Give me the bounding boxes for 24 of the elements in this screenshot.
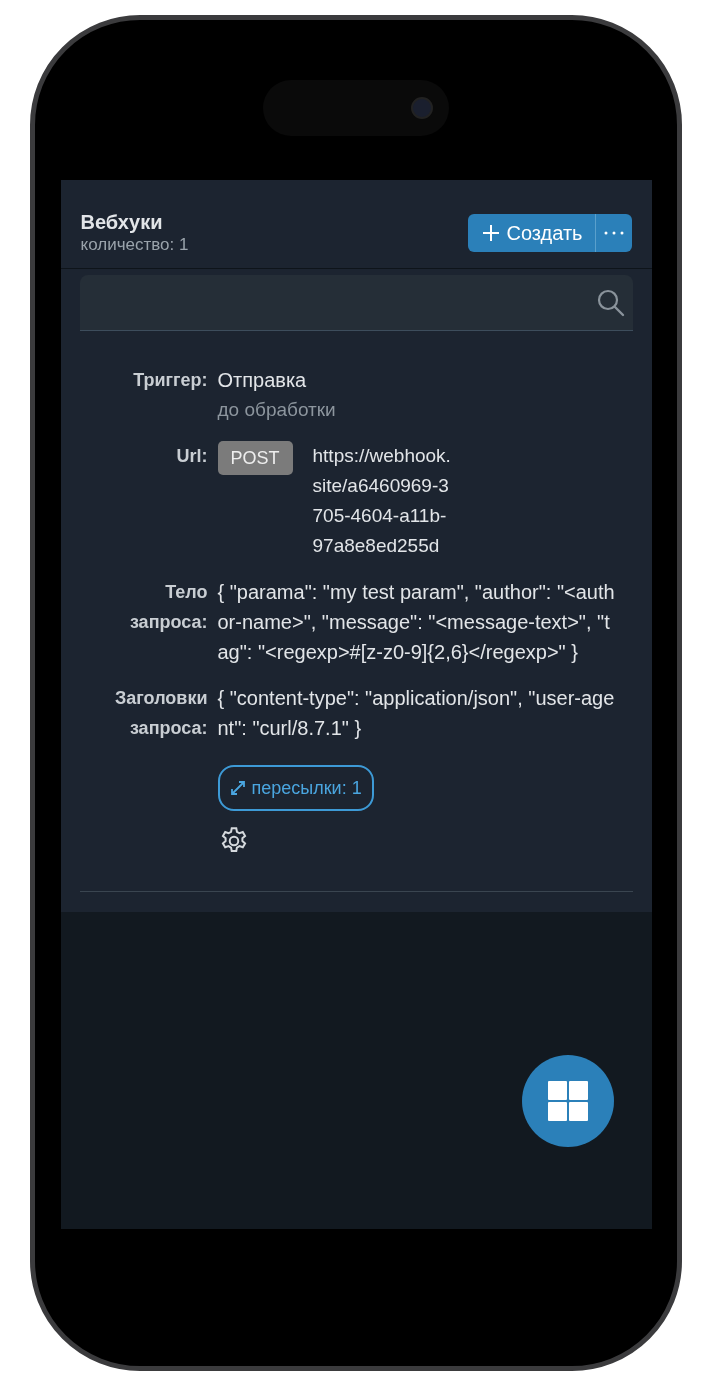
field-value: { "parama": "my test param", "author": "<author-name>", "message": "<message-text>", "tag": "<regexp>#[z-z0-9]{2,6}</regexp>" } [217, 580, 616, 665]
camera-icon [411, 97, 433, 119]
forwards-button[interactable]: пересылки: 1 [217, 765, 374, 811]
field-label: Url: [175, 445, 208, 468]
field-value: { "content-type": "application/json", "user-agent": "curl/8.7.1" } [217, 686, 616, 741]
more-icon [603, 231, 624, 235]
create-button[interactable]: Создать [468, 214, 595, 252]
grid-icon [547, 1081, 588, 1121]
url-line: 97a8e8ed255d [312, 534, 441, 558]
expand-icon [229, 780, 246, 796]
field-note: до обработки [217, 398, 337, 422]
url-line: https://webhook. [312, 444, 451, 468]
url-line: 705-4604-a11b- [312, 504, 448, 528]
page-title: Вебхуки [80, 210, 164, 234]
field-label: Тело запроса: [128, 581, 208, 634]
method-badge: POST [217, 441, 293, 475]
plus-icon [482, 224, 501, 242]
search-icon [596, 288, 625, 317]
field-label: Триггер: [132, 369, 208, 392]
item-count: количество: 1 [80, 234, 189, 256]
field-label: Заголовки запроса: [114, 687, 208, 740]
field-value: Отправка [217, 368, 308, 393]
url-line: site/a6460969-3 [312, 474, 450, 498]
search-field[interactable] [79, 275, 633, 331]
